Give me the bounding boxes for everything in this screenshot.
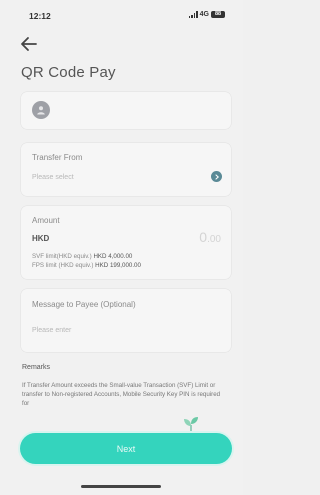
transfer-from-select-button[interactable] <box>211 171 222 182</box>
account-card[interactable] <box>21 92 231 129</box>
message-to-payee-field[interactable]: Message to Payee (Optional) Please enter <box>21 289 231 352</box>
back-button[interactable] <box>20 36 38 52</box>
remarks-text: If Transfer Amount exceeds the Small-val… <box>22 382 221 407</box>
transfer-from-field[interactable]: Transfer From Please select <box>21 143 231 196</box>
fps-limit-value: HKD 199,000.00 <box>95 262 141 269</box>
amount-label: Amount <box>32 216 60 225</box>
home-indicator <box>81 485 161 488</box>
message-placeholder: Please enter <box>32 327 72 334</box>
svf-limit: SVF limit(HKD equiv.) HKD 4,000.00 <box>32 253 132 260</box>
avatar <box>32 101 50 119</box>
page-title: QR Code Pay <box>21 64 116 81</box>
status-bar: 12:12 4G 88 <box>0 0 243 28</box>
back-arrow-icon <box>21 37 37 51</box>
transfer-from-placeholder: Please select <box>32 174 74 181</box>
fps-limit: FPS limit (HKD equiv.) HKD 199,000.00 <box>32 262 141 269</box>
signal-icon <box>188 11 198 18</box>
status-indicators: 4G 88 <box>188 11 225 18</box>
user-icon <box>37 106 45 115</box>
qr-code-pay-screen: 12:12 4G 88 QR Code Pay Transfer From Pl… <box>0 0 243 495</box>
battery-icon: 88 <box>211 11 225 18</box>
amount-whole: 0 <box>199 229 208 245</box>
amount-input[interactable]: 0.00 <box>199 229 221 245</box>
transfer-from-label: Transfer From <box>32 153 83 162</box>
currency-label: HKD <box>32 234 50 243</box>
svf-limit-value: HKD 4,000.00 <box>93 253 133 260</box>
message-label: Message to Payee (Optional) <box>32 300 136 309</box>
remarks-title: Remarks <box>22 364 51 371</box>
next-button[interactable]: Next <box>20 433 232 464</box>
chevron-right-icon <box>214 173 219 180</box>
fps-limit-label: FPS limit (HKD equiv.) <box>32 262 94 269</box>
status-time: 12:12 <box>29 11 51 21</box>
amount-cents: .00 <box>207 234 221 245</box>
amount-field[interactable]: Amount HKD 0.00 SVF limit(HKD equiv.) HK… <box>21 206 231 279</box>
svf-limit-label: SVF limit(HKD equiv.) <box>32 253 92 260</box>
network-label: 4G <box>199 11 209 18</box>
